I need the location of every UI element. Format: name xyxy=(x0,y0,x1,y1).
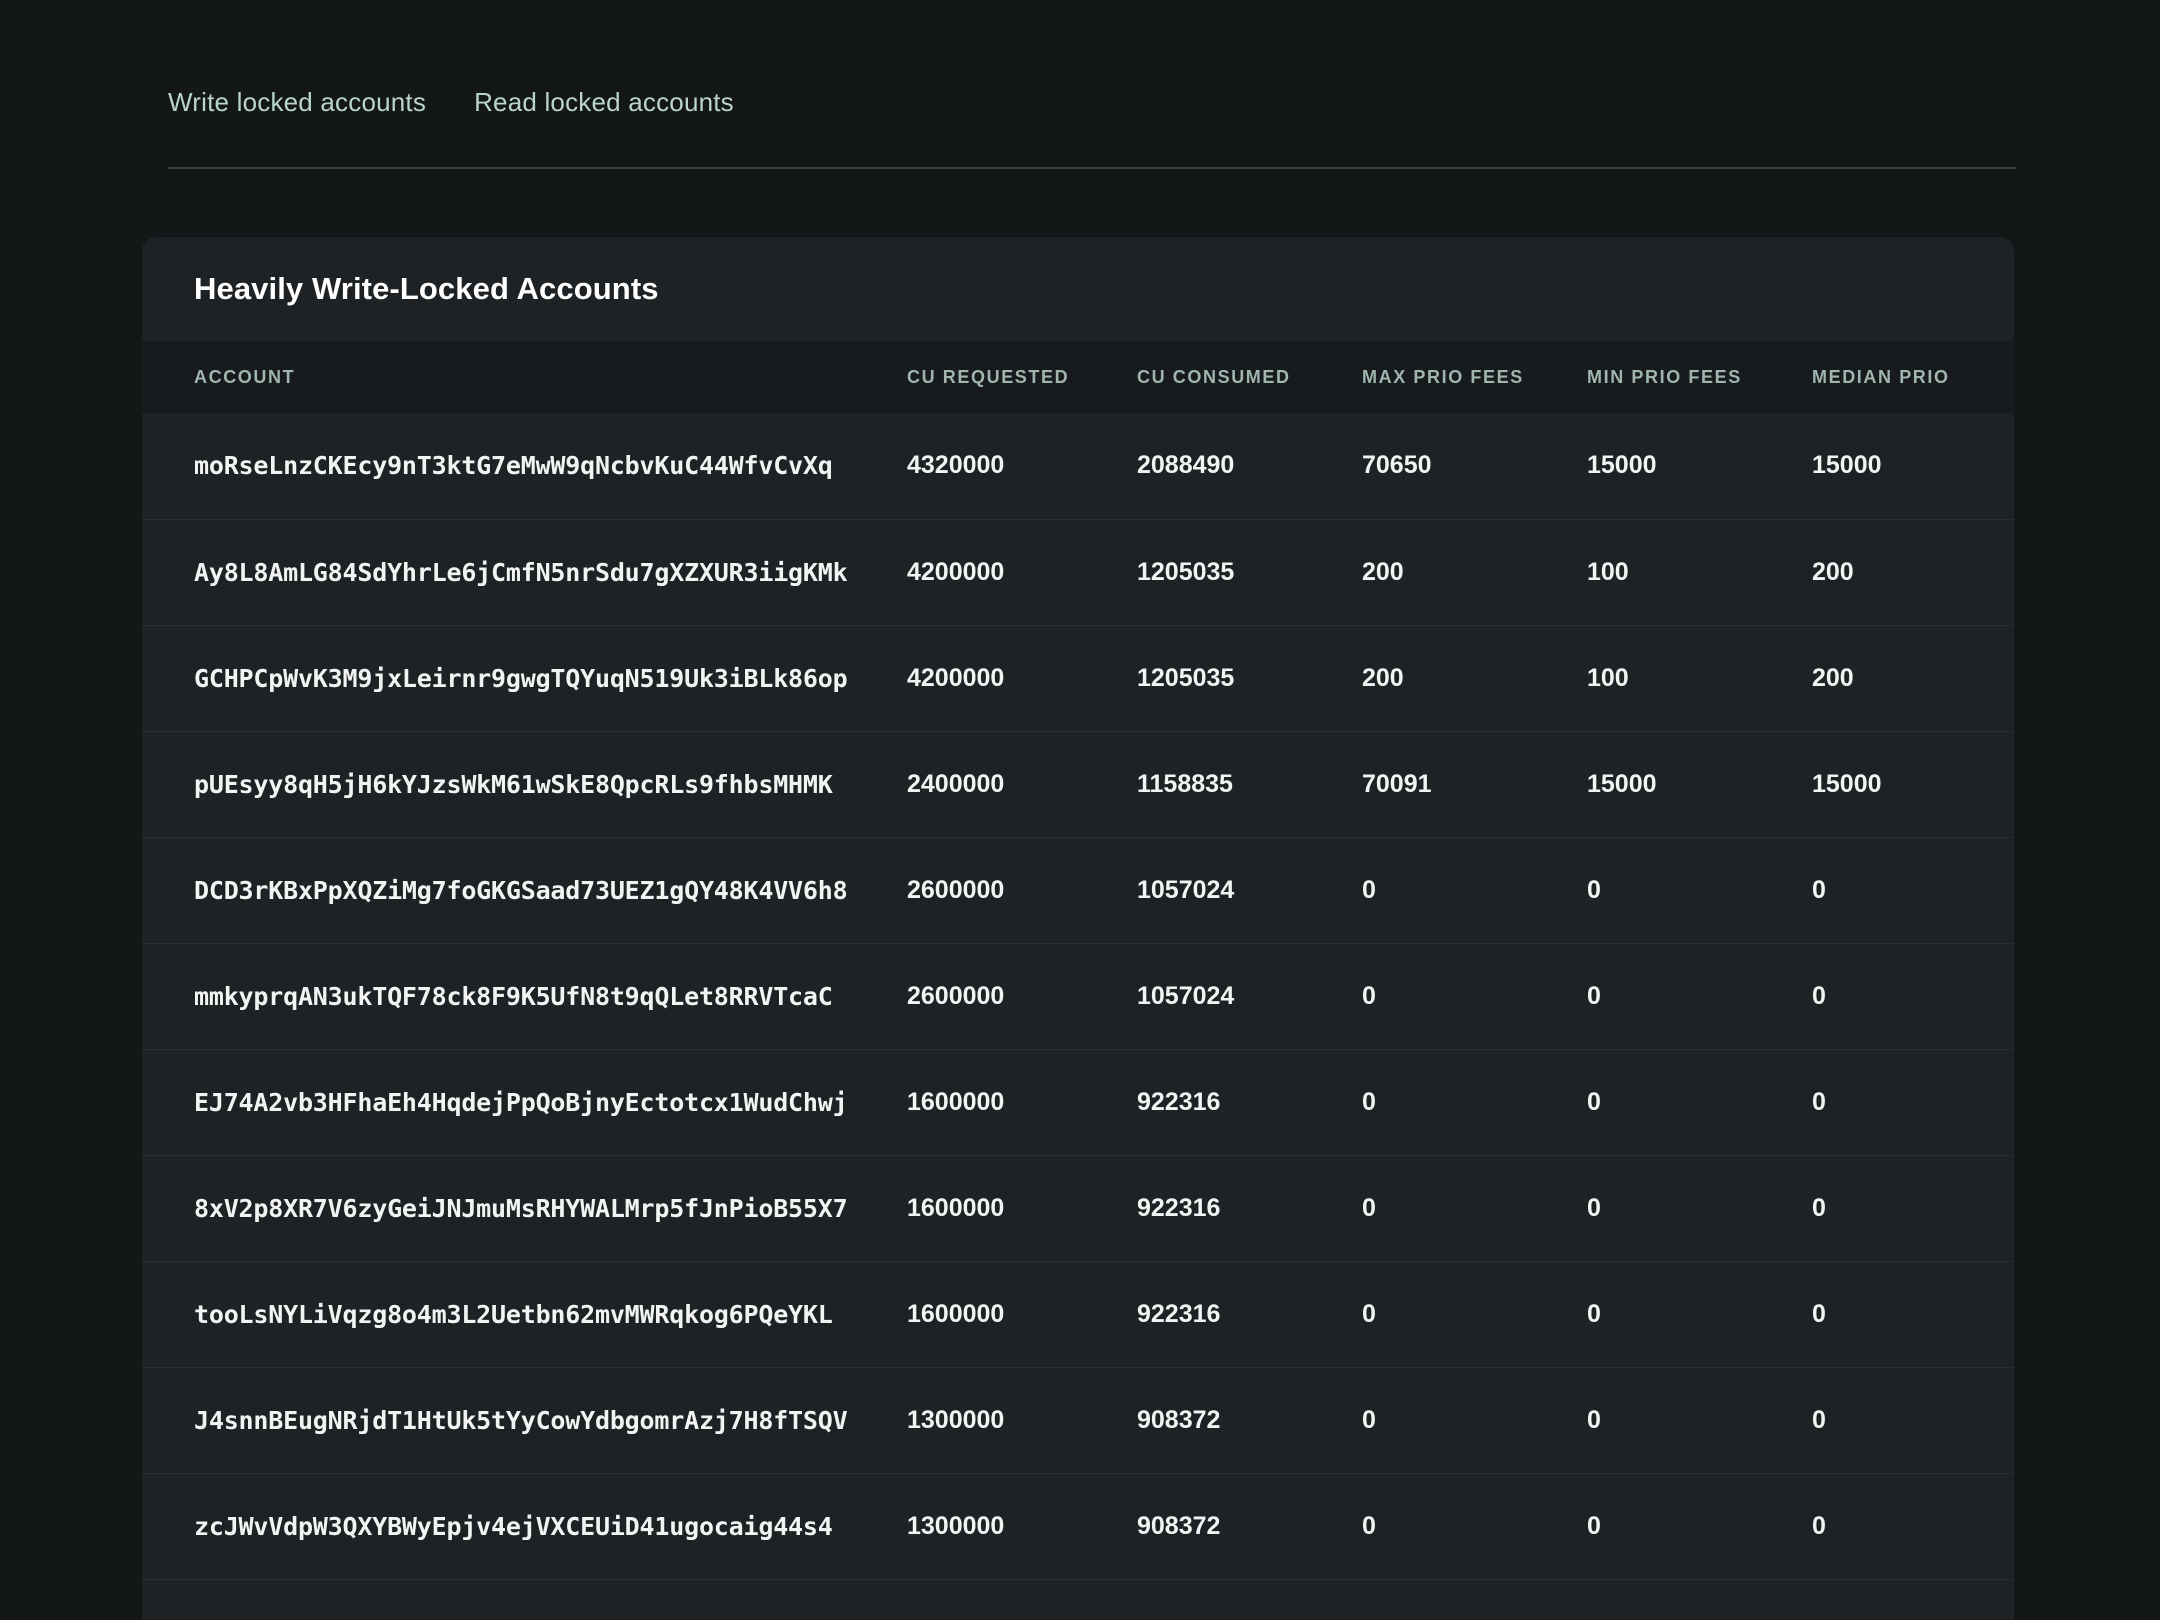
column-header-max-prio-fees[interactable]: MAX PRIO FEES xyxy=(1362,341,1587,413)
table-row[interactable]: 8xV2p8XR7V6zyGeiJNJmuMsRHYWALMrp5fJnPioB… xyxy=(142,1155,2014,1262)
tab-bar: Write locked accounts Read locked accoun… xyxy=(168,62,2016,118)
cell-min-prio-fees: 15000 xyxy=(1587,413,1812,520)
cell-max-prio-fees: 200 xyxy=(1362,625,1587,732)
table-row[interactable]: moRseLnzCKEcy9nT3ktG7eMwW9qNcbvKuC44WfvC… xyxy=(142,413,2014,520)
cell-max-prio-fees: 0 xyxy=(1362,837,1587,944)
table-row[interactable]: GCHPCpWvK3M9jxLeirnr9gwgTQYuqN519Uk3iBLk… xyxy=(142,625,2014,732)
cell-max-prio-fees: 0 xyxy=(1362,943,1587,1050)
cell-median-prio-fees: 0 xyxy=(1812,1473,2014,1580)
cell-median-prio-fees: 0 xyxy=(1812,1049,2014,1156)
cell-cu-consumed: 1057024 xyxy=(1137,943,1362,1050)
cell-cu-requested: 2600000 xyxy=(907,837,1137,944)
table-row[interactable]: J4snnBEugNRjdT1HtUk5tYyCowYdbgomrAzj7H8f… xyxy=(142,1367,2014,1474)
cell-median-prio-fees: 0 xyxy=(1812,1367,2014,1474)
tab-read-locked-accounts[interactable]: Read locked accounts xyxy=(474,87,734,118)
cell-cu-consumed: 1205035 xyxy=(1137,625,1362,732)
cell-max-prio-fees: 0 xyxy=(1362,1049,1587,1156)
cell-min-prio-fees: 0 xyxy=(1587,1155,1812,1262)
cell-median-prio-fees: 0 xyxy=(1812,943,2014,1050)
cell-account[interactable]: zcJWvVdpW3QXYBWyEpjv4ejVXCEUiD41ugocaig4… xyxy=(142,1473,907,1580)
cell-median-prio-fees: 0 xyxy=(1812,1155,2014,1262)
table-row[interactable]: mmkyprqAN3ukTQF78ck8F9K5UfN8t9qQLet8RRVT… xyxy=(142,943,2014,1050)
cell-max-prio-fees: 0 xyxy=(1362,1155,1587,1262)
column-header-account[interactable]: ACCOUNT xyxy=(142,341,907,413)
cell-cu-consumed: 2088490 xyxy=(1137,413,1362,520)
cell-max-prio-fees: 0 xyxy=(1362,1261,1587,1368)
cell-median-prio-fees: 15000 xyxy=(1812,731,2014,838)
table-head: ACCOUNT CU REQUESTED CU CONSUMED MAX PRI… xyxy=(142,341,2014,413)
cell-cu-requested: 1600000 xyxy=(907,1049,1137,1156)
tab-write-locked-accounts[interactable]: Write locked accounts xyxy=(168,87,426,118)
cell-cu-requested: 2400000 xyxy=(907,731,1137,838)
write-locked-accounts-card: Heavily Write-Locked Accounts ACCOUNT CU… xyxy=(142,237,2014,1620)
cell-cu-consumed: 908372 xyxy=(1137,1473,1362,1580)
table-scroll-container[interactable]: ACCOUNT CU REQUESTED CU CONSUMED MAX PRI… xyxy=(142,341,2014,1580)
cell-cu-consumed: 922316 xyxy=(1137,1261,1362,1368)
cell-account[interactable]: GCHPCpWvK3M9jxLeirnr9gwgTQYuqN519Uk3iBLk… xyxy=(142,625,907,732)
table-row[interactable]: zcJWvVdpW3QXYBWyEpjv4ejVXCEUiD41ugocaig4… xyxy=(142,1473,2014,1580)
cell-cu-consumed: 1158835 xyxy=(1137,731,1362,838)
cell-median-prio-fees: 0 xyxy=(1812,1261,2014,1368)
cell-cu-requested: 1300000 xyxy=(907,1367,1137,1474)
table-row[interactable]: EJ74A2vb3HFhaEh4HqdejPpQoBjnyEctotcx1Wud… xyxy=(142,1049,2014,1156)
cell-account[interactable]: EJ74A2vb3HFhaEh4HqdejPpQoBjnyEctotcx1Wud… xyxy=(142,1049,907,1156)
cell-min-prio-fees: 0 xyxy=(1587,837,1812,944)
cell-max-prio-fees: 70650 xyxy=(1362,413,1587,520)
cell-cu-requested: 4320000 xyxy=(907,413,1137,520)
cell-account[interactable]: tooLsNYLiVqzg8o4m3L2Uetbn62mvMWRqkog6PQe… xyxy=(142,1261,907,1368)
cell-cu-requested: 1600000 xyxy=(907,1261,1137,1368)
table-row[interactable]: DCD3rKBxPpXQZiMg7foGKGSaad73UEZ1gQY48K4V… xyxy=(142,837,2014,944)
cell-median-prio-fees: 200 xyxy=(1812,625,2014,732)
cell-min-prio-fees: 0 xyxy=(1587,1367,1812,1474)
cell-min-prio-fees: 15000 xyxy=(1587,731,1812,838)
column-header-cu-consumed[interactable]: CU CONSUMED xyxy=(1137,341,1362,413)
cell-account[interactable]: Ay8L8AmLG84SdYhrLe6jCmfN5nrSdu7gXZXUR3ii… xyxy=(142,519,907,626)
cell-account[interactable]: moRseLnzCKEcy9nT3ktG7eMwW9qNcbvKuC44WfvC… xyxy=(142,413,907,520)
cell-account[interactable]: 8xV2p8XR7V6zyGeiJNJmuMsRHYWALMrp5fJnPioB… xyxy=(142,1155,907,1262)
cell-account[interactable]: pUEsyy8qH5jH6kYJzsWkM61wSkE8QpcRLs9fhbsM… xyxy=(142,731,907,838)
cell-max-prio-fees: 0 xyxy=(1362,1473,1587,1580)
cell-min-prio-fees: 0 xyxy=(1587,1049,1812,1156)
card-header: Heavily Write-Locked Accounts xyxy=(142,237,2014,341)
cell-cu-consumed: 922316 xyxy=(1137,1155,1362,1262)
cell-cu-requested: 2600000 xyxy=(907,943,1137,1050)
table-body: moRseLnzCKEcy9nT3ktG7eMwW9qNcbvKuC44WfvC… xyxy=(142,413,2014,1580)
table-row[interactable]: pUEsyy8qH5jH6kYJzsWkM61wSkE8QpcRLs9fhbsM… xyxy=(142,731,2014,838)
cell-max-prio-fees: 0 xyxy=(1362,1367,1587,1474)
table-header-row: ACCOUNT CU REQUESTED CU CONSUMED MAX PRI… xyxy=(142,341,2014,413)
cell-min-prio-fees: 100 xyxy=(1587,625,1812,732)
column-header-median-prio-fees[interactable]: MEDIAN PRIO xyxy=(1812,341,2014,413)
cell-cu-requested: 1300000 xyxy=(907,1473,1137,1580)
cell-median-prio-fees: 0 xyxy=(1812,837,2014,944)
cell-cu-consumed: 1057024 xyxy=(1137,837,1362,944)
tab-bar-divider xyxy=(168,167,2016,169)
cell-max-prio-fees: 200 xyxy=(1362,519,1587,626)
cell-median-prio-fees: 15000 xyxy=(1812,413,2014,520)
cell-cu-consumed: 922316 xyxy=(1137,1049,1362,1156)
card-title: Heavily Write-Locked Accounts xyxy=(194,271,659,306)
column-header-min-prio-fees[interactable]: MIN PRIO FEES xyxy=(1587,341,1812,413)
cell-min-prio-fees: 0 xyxy=(1587,943,1812,1050)
cell-account[interactable]: J4snnBEugNRjdT1HtUk5tYyCowYdbgomrAzj7H8f… xyxy=(142,1367,907,1474)
cell-min-prio-fees: 100 xyxy=(1587,519,1812,626)
cell-account[interactable]: mmkyprqAN3ukTQF78ck8F9K5UfN8t9qQLet8RRVT… xyxy=(142,943,907,1050)
cell-cu-consumed: 908372 xyxy=(1137,1367,1362,1474)
cell-cu-consumed: 1205035 xyxy=(1137,519,1362,626)
cell-cu-requested: 4200000 xyxy=(907,625,1137,732)
cell-cu-requested: 1600000 xyxy=(907,1155,1137,1262)
cell-account[interactable]: DCD3rKBxPpXQZiMg7foGKGSaad73UEZ1gQY48K4V… xyxy=(142,837,907,944)
page-root: Write locked accounts Read locked accoun… xyxy=(0,0,2160,1620)
write-locked-accounts-table: ACCOUNT CU REQUESTED CU CONSUMED MAX PRI… xyxy=(142,341,2014,1580)
cell-max-prio-fees: 70091 xyxy=(1362,731,1587,838)
cell-min-prio-fees: 0 xyxy=(1587,1261,1812,1368)
table-row[interactable]: Ay8L8AmLG84SdYhrLe6jCmfN5nrSdu7gXZXUR3ii… xyxy=(142,519,2014,626)
cell-cu-requested: 4200000 xyxy=(907,519,1137,626)
cell-min-prio-fees: 0 xyxy=(1587,1473,1812,1580)
cell-median-prio-fees: 200 xyxy=(1812,519,2014,626)
table-row[interactable]: tooLsNYLiVqzg8o4m3L2Uetbn62mvMWRqkog6PQe… xyxy=(142,1261,2014,1368)
column-header-cu-requested[interactable]: CU REQUESTED xyxy=(907,341,1137,413)
